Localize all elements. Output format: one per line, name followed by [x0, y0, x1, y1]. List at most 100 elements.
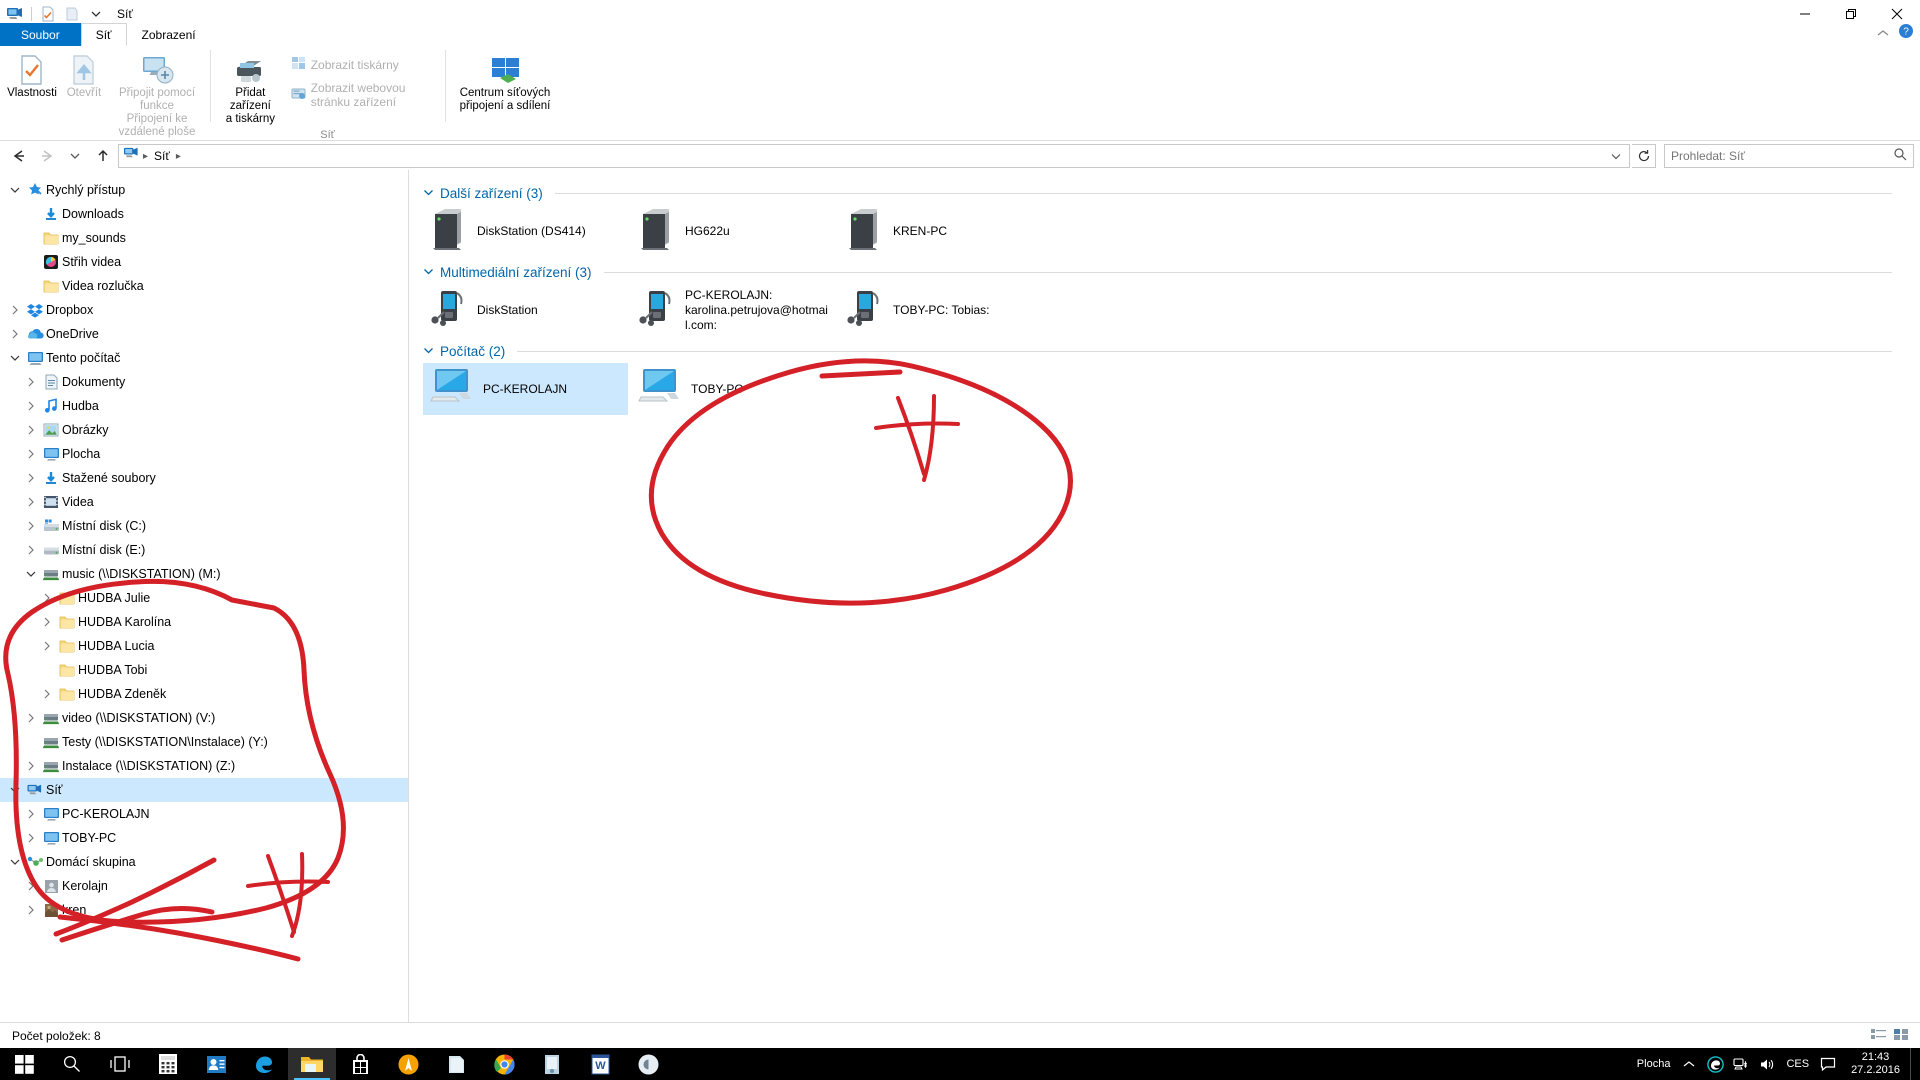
sidebar-item-obr-zky[interactable]: Obrázky: [0, 418, 408, 442]
sidebar-item-onedrive[interactable]: OneDrive: [0, 322, 408, 346]
sidebar-item-kerolajn[interactable]: Kerolajn: [0, 874, 408, 898]
sidebar-item-pc-kerolajn[interactable]: PC-KEROLAJN: [0, 802, 408, 826]
help-icon[interactable]: ?: [1898, 23, 1914, 44]
refresh-button[interactable]: [1632, 144, 1656, 168]
sidebar-item-hudba-julie[interactable]: HUDBA Julie: [0, 586, 408, 610]
list-item[interactable]: HG622u: [631, 205, 836, 257]
avast-taskbar-button[interactable]: [384, 1048, 432, 1080]
chevron-right-icon[interactable]: [6, 329, 24, 339]
chevron-right-icon[interactable]: [22, 761, 40, 771]
list-item[interactable]: DiskStation: [423, 284, 628, 336]
chevron-right-icon[interactable]: [22, 497, 40, 507]
sidebar-item-hudba-zden-k[interactable]: HUDBA Zdeněk: [0, 682, 408, 706]
volume-tray-icon[interactable]: [1754, 1048, 1780, 1080]
add-device-printer-button[interactable]: Přidat zařízení a tiskárny: [218, 50, 283, 129]
chevron-right-icon[interactable]: [22, 425, 40, 435]
sidebar-item-my-sounds[interactable]: my_sounds: [0, 226, 408, 250]
chevron-down-icon[interactable]: [6, 857, 24, 867]
sidebar-item-dokumenty[interactable]: Dokumenty: [0, 370, 408, 394]
start-button[interactable]: [0, 1048, 48, 1080]
chevron-right-icon[interactable]: [22, 545, 40, 555]
sidebar-item-downloads[interactable]: Downloads: [0, 202, 408, 226]
chevron-right-icon[interactable]: [22, 713, 40, 723]
chevron-right-icon[interactable]: [22, 905, 40, 915]
chevron-right-icon[interactable]: [38, 617, 56, 627]
chevron-down-icon[interactable]: [423, 345, 434, 359]
chevron-right-icon[interactable]: [22, 809, 40, 819]
back-button[interactable]: [6, 144, 32, 168]
breadcrumb-dropdown-icon[interactable]: [1607, 150, 1625, 162]
show-hidden-icons-chevron-icon[interactable]: [1676, 1048, 1702, 1080]
breadcrumb-separator[interactable]: ▸: [143, 151, 148, 162]
list-item[interactable]: DiskStation (DS414): [423, 205, 628, 257]
open-button[interactable]: Otevřít: [60, 50, 108, 103]
chevron-right-icon[interactable]: [22, 521, 40, 531]
contacts-taskbar-button[interactable]: [192, 1048, 240, 1080]
chevron-right-icon[interactable]: [6, 305, 24, 315]
list-item[interactable]: PC-KEROLAJN: karolina.petrujova@hotmail.…: [631, 284, 836, 336]
search-icon[interactable]: [1893, 147, 1907, 166]
sidebar-item-hudba-lucia[interactable]: HUDBA Lucia: [0, 634, 408, 658]
chevron-right-icon[interactable]: [38, 641, 56, 651]
forward-button[interactable]: [34, 144, 60, 168]
customize-qat-icon[interactable]: [85, 3, 107, 25]
chevron-down-icon[interactable]: [22, 569, 40, 579]
chevron-down-icon[interactable]: [423, 266, 434, 280]
sidebar-item-plocha[interactable]: Plocha: [0, 442, 408, 466]
group-header[interactable]: Počítač (2): [409, 336, 1920, 363]
sidebar-item-kren[interactable]: kren: [0, 898, 408, 922]
tray-overflow-label[interactable]: Plocha: [1631, 1058, 1677, 1070]
recent-locations-button[interactable]: [62, 144, 88, 168]
new-folder-icon[interactable]: [61, 3, 83, 25]
properties-button[interactable]: Vlastnosti: [8, 50, 56, 103]
list-item[interactable]: KREN-PC: [839, 205, 1044, 257]
connect-remote-desktop-button[interactable]: Připojit pomocí funkce Připojení ke vzdá…: [112, 50, 202, 142]
chevron-right-icon[interactable]: [22, 473, 40, 483]
chevron-down-icon[interactable]: [6, 353, 24, 363]
network-tray-icon[interactable]: [1728, 1048, 1754, 1080]
edge-tray-icon[interactable]: [1702, 1048, 1728, 1080]
action-center-icon[interactable]: [1815, 1048, 1841, 1080]
chevron-right-icon[interactable]: [22, 401, 40, 411]
chrome-taskbar-button[interactable]: [480, 1048, 528, 1080]
sidebar-item-hudba-tobi[interactable]: HUDBA Tobi: [0, 658, 408, 682]
network-folder-icon[interactable]: [4, 3, 26, 25]
word-taskbar-button[interactable]: W: [576, 1048, 624, 1080]
search-box[interactable]: [1664, 144, 1914, 168]
sidebar-item-m-stn-disk-c[interactable]: Místní disk (C:): [0, 514, 408, 538]
chevron-right-icon[interactable]: [38, 593, 56, 603]
sidebar-item-st-ih-videa[interactable]: Střih videa: [0, 250, 408, 274]
sidebar-item-hudba-karol-na[interactable]: HUDBA Karolína: [0, 610, 408, 634]
chevron-down-icon[interactable]: [423, 187, 434, 201]
language-indicator[interactable]: CES: [1780, 1058, 1815, 1070]
group-header[interactable]: Multimediální zařízení (3): [409, 257, 1920, 284]
search-input[interactable]: [1671, 149, 1893, 163]
calculator-taskbar-button[interactable]: [144, 1048, 192, 1080]
list-item[interactable]: PC-KEROLAJN: [423, 363, 628, 415]
chevron-right-icon[interactable]: [22, 833, 40, 843]
photo-editor-taskbar-button[interactable]: [624, 1048, 672, 1080]
properties-icon[interactable]: [37, 3, 59, 25]
search-taskbar-button[interactable]: [48, 1048, 96, 1080]
chevron-down-icon[interactable]: [6, 785, 24, 795]
collapse-ribbon-icon[interactable]: [1876, 25, 1890, 43]
sidebar-item-rychl-p-stup[interactable]: Rychlý přístup: [0, 178, 408, 202]
sidebar-item-dropbox[interactable]: Dropbox: [0, 298, 408, 322]
breadcrumb-item-sit[interactable]: Síť: [151, 148, 173, 164]
sidebar-item-toby-pc[interactable]: TOBY-PC: [0, 826, 408, 850]
view-device-webpage-button[interactable]: Zobrazit webovou stránku zařízení: [287, 79, 437, 111]
chevron-right-icon[interactable]: [22, 377, 40, 387]
notes-taskbar-button[interactable]: [432, 1048, 480, 1080]
sidebar-item-videa[interactable]: Videa: [0, 490, 408, 514]
clock[interactable]: 21:43 27.2.2016: [1841, 1051, 1910, 1077]
group-header[interactable]: Další zařízení (3): [409, 178, 1920, 205]
show-desktop-button[interactable]: [1910, 1048, 1918, 1080]
sidebar-item-music-diskstation-m[interactable]: music (\\DISKSTATION) (M:): [0, 562, 408, 586]
tab-sit[interactable]: Síť: [81, 23, 127, 46]
file-explorer-taskbar-button[interactable]: [288, 1048, 336, 1080]
sidebar-item-m-stn-disk-e[interactable]: Místní disk (E:): [0, 538, 408, 562]
sidebar-item-videa-rozlu-ka[interactable]: Videa rozlučka: [0, 274, 408, 298]
details-view-button[interactable]: [1870, 1027, 1887, 1045]
breadcrumb-separator-end[interactable]: ▸: [176, 151, 181, 162]
up-button[interactable]: [90, 144, 116, 168]
